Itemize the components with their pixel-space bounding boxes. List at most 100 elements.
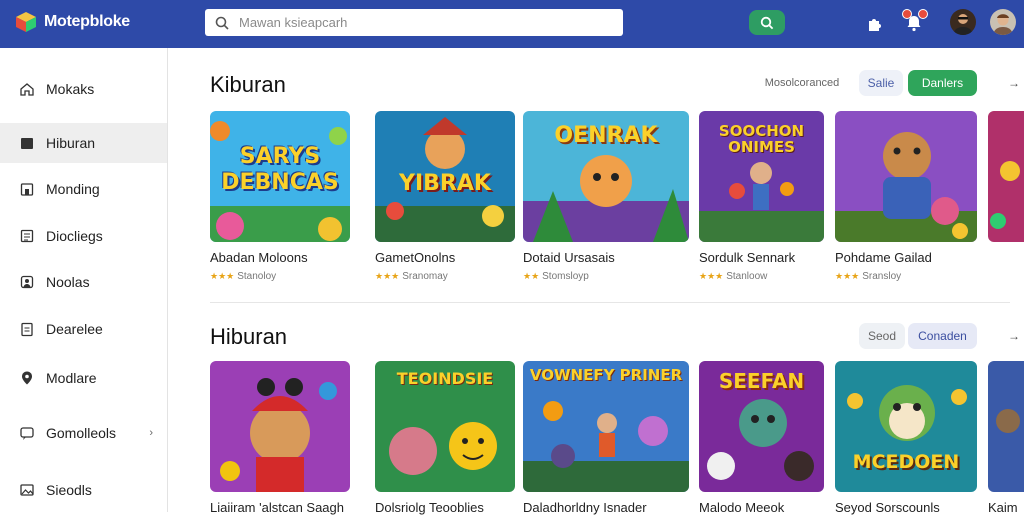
game-card[interactable]: OENRAK Dotaid Ursasais ★★ Stomsloyp: [523, 111, 689, 282]
card-subtitle: Sransloy: [862, 271, 902, 282]
rating-stars: ★★★: [835, 271, 860, 281]
notification-badge: [918, 9, 928, 19]
game-thumbnail: [988, 111, 1024, 242]
avatar[interactable]: [990, 9, 1016, 35]
card-title: Abadan Moloons: [210, 250, 308, 265]
game-card[interactable]: Pohdame Gailad ★★★ Sransloy: [835, 111, 977, 282]
filter-chip-salie[interactable]: Salie: [859, 70, 903, 96]
card-title: GametOnolns: [375, 250, 456, 265]
card-title: Daladhorldny Isnader: [523, 500, 647, 515]
thumbnail-text: SARYS DEBNCAS: [221, 144, 339, 195]
search-icon: [760, 16, 774, 29]
game-thumbnail: TEOINDSIE: [375, 361, 515, 492]
thumbnail-text: VOWNEFY PRINER: [529, 366, 683, 384]
game-thumbnail: MCEDOEN: [835, 361, 977, 492]
card-meta: ★★★ Sranomay: [375, 271, 515, 282]
puzzle-icon[interactable]: [863, 11, 887, 35]
game-thumbnail: SEEFAN: [699, 361, 824, 492]
game-card[interactable]: SARYS DEBNCAS Abadan Moloons ★★★ Stanoloy: [210, 111, 350, 282]
game-card[interactable]: MCEDOEN Seyod Sorscounls: [835, 361, 977, 515]
sidebar-item-mokaks[interactable]: Mokaks: [0, 69, 167, 109]
card-title: Malodo Meeok: [699, 500, 785, 515]
game-card[interactable]: SEEFAN Malodo Meeok: [699, 361, 824, 515]
rating-stars: ★★★: [210, 271, 235, 281]
card-meta: ★★★ Stanloow: [699, 271, 824, 282]
game-thumbnail: OENRAK: [523, 111, 689, 242]
search-bar[interactable]: [205, 9, 623, 36]
card-title: Liaiiram 'alstcan Saagh: [210, 500, 344, 515]
game-thumbnail: SOOCHON ONIMES: [699, 111, 824, 242]
sidebar-item-gomolleols[interactable]: Gomolleols ›: [0, 413, 167, 453]
notification-bell-icon[interactable]: [902, 9, 928, 35]
thumbnail-text: OENRAK: [554, 123, 658, 148]
filter-chip-seod[interactable]: Seod: [859, 323, 905, 349]
house-icon: [19, 181, 35, 197]
sidebar-item-sieodls[interactable]: Sieodls: [0, 470, 167, 510]
sidebar-item-label: Monding: [46, 181, 100, 197]
sidebar-item-dearelee[interactable]: Dearelee: [0, 309, 167, 349]
card-title: Kaim: [988, 500, 1018, 515]
section-title: Kiburan: [210, 72, 286, 97]
card-title: Seyod Sorscounls: [835, 500, 940, 515]
card-title: Pohdame Gailad: [835, 250, 932, 265]
sidebar-item-hiburan[interactable]: Hiburan: [0, 123, 167, 163]
chevron-right-icon[interactable]: ›: [149, 427, 153, 439]
card-title: Sordulk Sennark: [699, 250, 796, 265]
game-card[interactable]: [988, 111, 1024, 242]
chat-icon: [19, 425, 35, 441]
sidebar-item-label: Noolas: [46, 274, 90, 290]
game-card[interactable]: SOOCHON ONIMES Sordulk Sennark ★★★ Stanlo…: [699, 111, 824, 282]
folder-icon: [19, 135, 35, 151]
game-thumbnail: [210, 361, 350, 492]
game-card[interactable]: YIBRAK GametOnolns ★★★ Sranomay: [375, 111, 515, 282]
game-thumbnail: [835, 111, 977, 242]
sidebar-item-modlare[interactable]: Modlare: [0, 358, 167, 398]
thumbnail-text: SEEFAN: [718, 369, 805, 393]
search-button[interactable]: [749, 10, 785, 35]
home-icon: [19, 81, 35, 97]
sidebar-item-label: Modlare: [46, 370, 97, 386]
game-card[interactable]: TEOINDSIE Dolsriolg Teooblies: [375, 361, 515, 515]
arrow-right-icon[interactable]: →: [1008, 329, 1020, 343]
person-icon: [19, 274, 35, 290]
filter-chip-conaden[interactable]: Conaden: [908, 323, 977, 349]
app-logo[interactable]: Motepbloke: [14, 10, 130, 34]
sidebar-item-label: Sieodls: [46, 482, 92, 498]
card-title: Dotaid Ursasais: [523, 250, 615, 265]
game-card[interactable]: Liaiiram 'alstcan Saagh: [210, 361, 350, 515]
sidebar-item-noolas[interactable]: Noolas: [0, 262, 167, 302]
card-meta: ★★ Stomsloyp: [523, 271, 689, 282]
thumbnail-text: TEOINDSIE: [396, 369, 494, 388]
rating-stars: ★★★: [699, 271, 724, 281]
game-thumbnail: SARYS DEBNCAS: [210, 111, 350, 242]
pin-icon: [19, 370, 35, 386]
see-more-link[interactable]: Mosolcoranced: [760, 70, 844, 96]
game-thumbnail: [988, 361, 1024, 492]
card-subtitle: Stanloow: [726, 271, 768, 282]
card-subtitle: Sranomay: [402, 271, 448, 282]
card-subtitle: Stomsloyp: [542, 271, 589, 282]
card-title: Dolsriolg Teooblies: [375, 500, 484, 515]
sidebar-item-label: Dearelee: [46, 321, 103, 337]
sidebar-item-diocliegs[interactable]: Diocliegs: [0, 216, 167, 256]
sidebar-item-label: Mokaks: [46, 81, 95, 97]
game-card[interactable]: VOWNEFY PRINER Daladhorldny Isnader: [523, 361, 689, 515]
card-meta: ★★★ Sransloy: [835, 271, 977, 282]
rating-stars: ★★★: [375, 271, 400, 281]
app-name: Motepbloke: [44, 13, 130, 30]
card-subtitle: Stanoloy: [237, 271, 277, 282]
search-input[interactable]: [239, 15, 599, 30]
filter-chip-danlers[interactable]: Danlers: [908, 70, 977, 96]
game-thumbnail: VOWNEFY PRINER: [523, 361, 689, 492]
cube-logo-icon: [14, 10, 38, 34]
search-icon: [215, 16, 229, 30]
card-meta: ★★★ Stanoloy: [210, 271, 350, 282]
game-thumbnail: YIBRAK: [375, 111, 515, 242]
thumbnail-text: YIBRAK: [399, 171, 491, 196]
notification-badge: [902, 9, 912, 19]
game-card[interactable]: Kaim: [988, 361, 1024, 515]
avatar[interactable]: [950, 9, 976, 35]
sidebar-item-monding[interactable]: Monding: [0, 169, 167, 209]
arrow-right-icon[interactable]: →: [1008, 76, 1020, 90]
sidebar-item-label: Diocliegs: [46, 228, 103, 244]
